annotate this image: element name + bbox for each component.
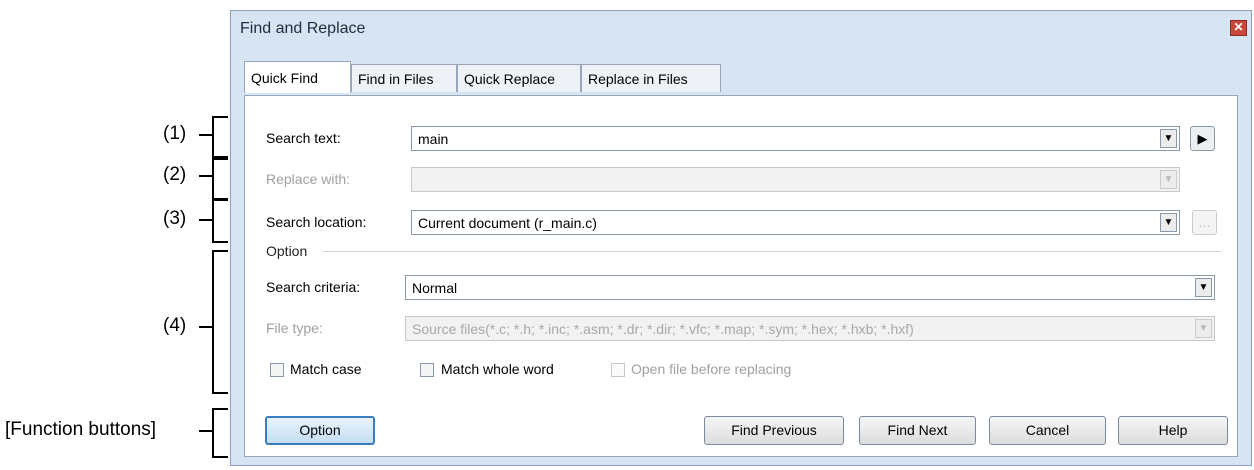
callout-4: (4)	[163, 315, 187, 336]
callout-function-buttons: [Function buttons]	[5, 419, 157, 440]
match-whole-word-label[interactable]: Match whole word	[441, 361, 554, 377]
search-location-value: Current document (r_main.c)	[418, 215, 597, 231]
search-criteria-value: Normal	[412, 280, 458, 296]
callout-5-bracket	[212, 408, 228, 458]
callout-1-tick	[199, 134, 213, 136]
option-button[interactable]: Option	[265, 416, 375, 445]
chevron-down-icon[interactable]: ▼	[1160, 213, 1177, 232]
file-type-value: Source files(*.c; *.h; *.inc; *.asm; *.d…	[412, 321, 914, 337]
replace-with-combobox[interactable]: ▼	[411, 167, 1180, 192]
tab-label: Quick Find	[251, 70, 318, 86]
ellipsis-icon[interactable]: …	[1192, 210, 1217, 235]
search-criteria-combobox[interactable]: Normal ▼	[405, 275, 1215, 300]
callout-2-tick	[199, 175, 213, 177]
search-text-value: main	[418, 131, 449, 147]
callout-3-tick	[199, 219, 213, 221]
callout-1: (1)	[163, 123, 187, 144]
callout-2: (2)	[163, 164, 187, 185]
tab-label: Replace in Files	[588, 71, 688, 87]
callout-1-bracket	[212, 116, 228, 160]
open-file-checkbox[interactable]	[611, 363, 625, 377]
tab-find-in-files[interactable]: Find in Files	[351, 64, 457, 92]
dialog-title: Find and Replace	[240, 20, 366, 37]
tab-label: Find in Files	[358, 71, 434, 87]
chevron-down-icon[interactable]: ▼	[1160, 170, 1177, 189]
tab-panel: Search text: main ▼ ▶ Replace with: ▼ Se…	[244, 95, 1238, 457]
find-replace-dialog: Find and Replace ✕ Quick Find Find in Fi…	[230, 10, 1252, 466]
match-case-checkbox[interactable]	[270, 363, 284, 377]
find-next-button[interactable]: Find Next	[859, 416, 976, 445]
callout-5-tick	[199, 430, 213, 432]
file-type-label: File type:	[266, 320, 323, 336]
match-case-label[interactable]: Match case	[290, 361, 362, 377]
chevron-down-icon[interactable]: ▼	[1160, 129, 1177, 148]
close-icon[interactable]: ✕	[1230, 20, 1247, 36]
play-arrow-icon[interactable]: ▶	[1190, 126, 1215, 151]
search-text-combobox[interactable]: main ▼	[411, 126, 1180, 151]
search-location-label: Search location:	[266, 214, 367, 230]
replace-with-label: Replace with:	[266, 171, 351, 187]
chevron-down-icon[interactable]: ▼	[1195, 319, 1212, 338]
callout-3: (3)	[163, 208, 187, 229]
open-file-label[interactable]: Open file before replacing	[631, 361, 791, 377]
callout-3-bracket	[212, 199, 228, 243]
callout-4-bracket	[212, 250, 228, 394]
option-group-title: Option	[266, 243, 308, 259]
search-criteria-label: Search criteria:	[266, 279, 361, 295]
tab-label: Quick Replace	[464, 71, 556, 87]
option-group-divider	[323, 251, 1221, 252]
match-whole-word-checkbox[interactable]	[420, 363, 434, 377]
file-type-combobox[interactable]: Source files(*.c; *.h; *.inc; *.asm; *.d…	[405, 316, 1215, 341]
tab-quick-find[interactable]: Quick Find	[244, 61, 351, 93]
find-previous-button[interactable]: Find Previous	[704, 416, 844, 445]
search-location-combobox[interactable]: Current document (r_main.c) ▼	[411, 210, 1180, 235]
callout-4-tick	[199, 326, 213, 328]
callout-2-bracket	[212, 156, 228, 200]
cancel-button[interactable]: Cancel	[989, 416, 1106, 445]
search-text-label: Search text:	[266, 130, 341, 146]
help-button[interactable]: Help	[1118, 416, 1228, 445]
title-bar[interactable]: Find and Replace ✕	[231, 11, 1251, 49]
tab-replace-in-files[interactable]: Replace in Files	[581, 64, 721, 92]
chevron-down-icon[interactable]: ▼	[1195, 278, 1212, 297]
tab-quick-replace[interactable]: Quick Replace	[457, 64, 581, 92]
